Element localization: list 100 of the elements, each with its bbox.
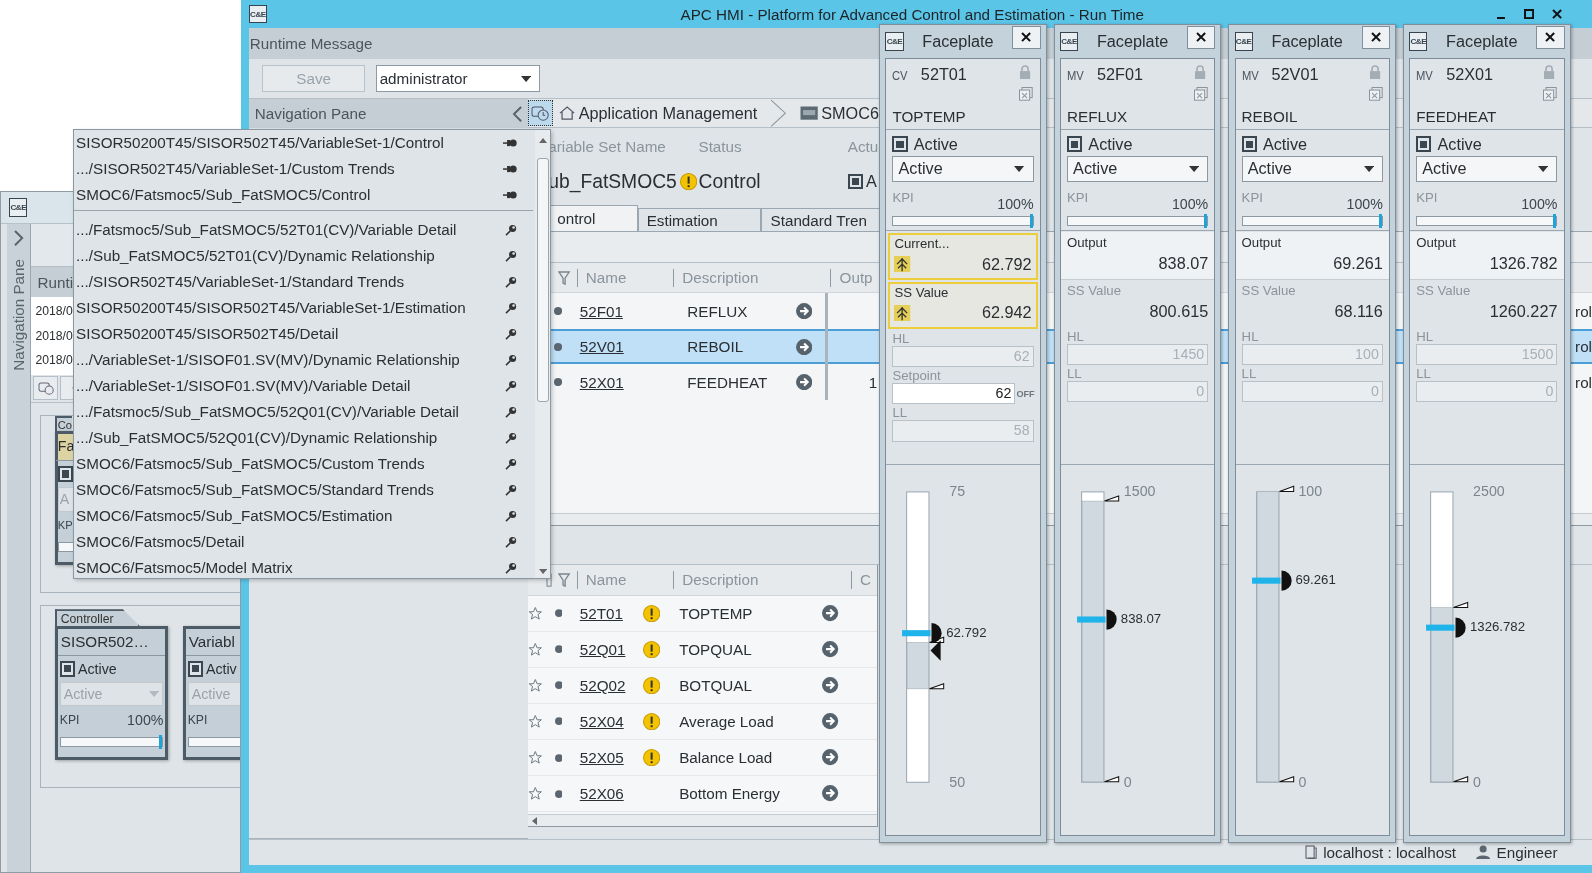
- field-label: Setpoint: [892, 368, 941, 384]
- menu-item-text: .../VariableSet-1/SISOF01.SV(MV)/Variable Detail: [76, 377, 411, 395]
- scale-max-label: 1500: [1123, 483, 1156, 500]
- variable-set-name: ub_FatSMOC5: [548, 170, 677, 193]
- field-value: 68.116: [1334, 301, 1383, 321]
- description-text: REBOIL: [687, 338, 744, 356]
- menu-item-text: SMOC6/Fatsmoc5/Sub_FatSMOC5/Control: [76, 186, 371, 204]
- scale-min-label: 50: [949, 773, 966, 790]
- field-label: LL: [1067, 366, 1082, 382]
- output-value: 1: [868, 373, 878, 391]
- checkbox-label: Active: [78, 660, 117, 677]
- app-logo: C&E: [1059, 32, 1079, 51]
- field-label: HL: [892, 330, 910, 346]
- variable-tag: 52V01: [1271, 64, 1319, 84]
- kpi-label: KPI: [187, 712, 208, 727]
- off-label: OFF: [1016, 388, 1034, 399]
- window-title: APC HMI - Platform for Advanced Control and Estimation - Run Time: [679, 5, 1145, 23]
- variable-description: REBOIL: [1241, 107, 1299, 127]
- field-value: 62.792: [982, 254, 1032, 274]
- kpi-label: KP: [57, 518, 73, 531]
- field-label: Output: [1416, 235, 1456, 251]
- scale-min-label: 0: [1298, 773, 1307, 790]
- kpi-value: 100%: [1171, 196, 1209, 213]
- scale-min-label: 0: [1123, 773, 1132, 790]
- description-text: FEEDHEAT: [687, 373, 768, 391]
- field-label: HL: [1241, 328, 1259, 344]
- kpi-label: KPI: [1067, 189, 1089, 205]
- kpi-label: KPI: [892, 189, 914, 205]
- column-label: Status: [698, 137, 742, 155]
- variable-tag: 52F01: [1096, 64, 1143, 84]
- checkbox-label: Active: [1437, 134, 1482, 154]
- field-value: 1260.227: [1489, 301, 1558, 321]
- kpi-value: 100%: [1521, 196, 1558, 213]
- menu-item-text: SISOR50200T45/SISOR502T45/VariableSet-1/Estimation: [76, 299, 466, 317]
- column-text: rol: [1575, 302, 1592, 320]
- kpi-label: KPI: [1416, 189, 1438, 205]
- field-label: Output: [1067, 235, 1107, 251]
- variable-description: FEEDHEAT: [1416, 107, 1498, 127]
- menu-item-text: .../SISOR502T45/VariableSet-1/Standard Trends: [76, 273, 405, 291]
- column-label: Actu: [847, 137, 879, 155]
- kpi-value: 100%: [127, 711, 164, 728]
- value-label: 1326.782: [1470, 619, 1526, 636]
- field-label: LL: [1416, 366, 1431, 382]
- field-label: SS Value: [1241, 283, 1296, 299]
- navigation-pane-label: Navigation Pane: [10, 258, 28, 371]
- app-logo: C&E: [248, 5, 267, 24]
- variable-type: MV: [1067, 67, 1084, 83]
- value-label: 62.792: [946, 625, 987, 642]
- field-value: 800.615: [1149, 301, 1209, 321]
- field-label: LL: [892, 405, 908, 421]
- faceplate-title: Faceplate: [1095, 32, 1170, 52]
- menu-item-text: SMOC6/Fatsmoc5/Sub_FatSMOC5/Estimation: [76, 507, 393, 525]
- menu-item-text: SISOR50200T45/SISOR502T45/Detail: [76, 325, 339, 343]
- navigation-pane-title: Navigation Pane: [254, 105, 367, 123]
- description-text: Bottom Energy: [679, 785, 780, 803]
- checkbox-label: Active: [913, 134, 958, 154]
- field-label: HL: [1416, 328, 1434, 344]
- variable-type: CV: [892, 67, 908, 83]
- field-label: Current...: [894, 236, 950, 252]
- kpi-label: KPI: [1241, 189, 1263, 205]
- field-label: SS Value: [1067, 283, 1121, 299]
- kpi-value: 100%: [997, 196, 1034, 213]
- variable-tag: 52T01: [920, 64, 967, 84]
- field-value: 1326.782: [1489, 253, 1558, 273]
- menu-item-text: SMOC6/Fatsmoc5/Detail: [76, 533, 245, 551]
- field-label: HL: [1067, 328, 1084, 344]
- app-logo: C&E: [885, 32, 904, 51]
- status-value: Control: [698, 170, 762, 193]
- checkbox-label: Active: [1088, 134, 1133, 154]
- variable-type: MV: [1241, 67, 1259, 83]
- faceplate-title: Faceplate: [1445, 32, 1519, 52]
- scale-max-label: 75: [949, 483, 966, 500]
- kpi-value: 100%: [1346, 196, 1383, 213]
- value-label: 69.261: [1295, 572, 1336, 589]
- menu-item-text: SMOC6/Fatsmoc5/Sub_FatSMOC5/Standard Trends: [76, 481, 434, 499]
- menu-item-text: .../Sub_FatSMOC5/52T01(CV)/Dynamic Relationship: [76, 247, 435, 265]
- server-text: localhost : localhost: [1323, 843, 1456, 861]
- field-value: 69.261: [1333, 253, 1383, 273]
- variable-tag: 52X01: [1446, 64, 1494, 84]
- description-text: BOTQUAL: [679, 677, 752, 694]
- card-title: Variabl: [187, 632, 236, 653]
- variable-type: MV: [1416, 67, 1434, 83]
- description-text: Average Load: [679, 713, 774, 731]
- variable-description: REFLUX: [1067, 107, 1129, 127]
- field-label: SS Value: [894, 285, 949, 301]
- date-text: 2018/0: [35, 303, 73, 321]
- user-text: Engineer: [1496, 843, 1558, 861]
- scale-max-label: 2500: [1473, 483, 1505, 500]
- menu-item-text: .../Fatsmoc5/Sub_FatSMOC5/52Q01(CV)/Variable Detail: [76, 403, 459, 421]
- menu-item-text: SISOR50200T45/SISOR502T45/VariableSet-1/Control: [76, 134, 444, 152]
- faceplate-title: Faceplate: [921, 32, 995, 52]
- app-logo: C&E: [9, 198, 28, 217]
- description-text: TOPTEMP: [679, 604, 753, 622]
- runtime-message-label: Runtime Message: [249, 35, 373, 53]
- menu-item-text: .../VariableSet-1/SISOF01.SV(MV)/Dynamic Relationship: [76, 351, 460, 369]
- menu-item-text: .../SISOR502T45/VariableSet-1/Custom Trends: [76, 160, 395, 178]
- checkbox-label: A: [866, 172, 877, 192]
- field-label: SS Value: [1416, 283, 1471, 299]
- field-value: 838.07: [1158, 253, 1209, 273]
- scale-min-label: 0: [1473, 773, 1481, 790]
